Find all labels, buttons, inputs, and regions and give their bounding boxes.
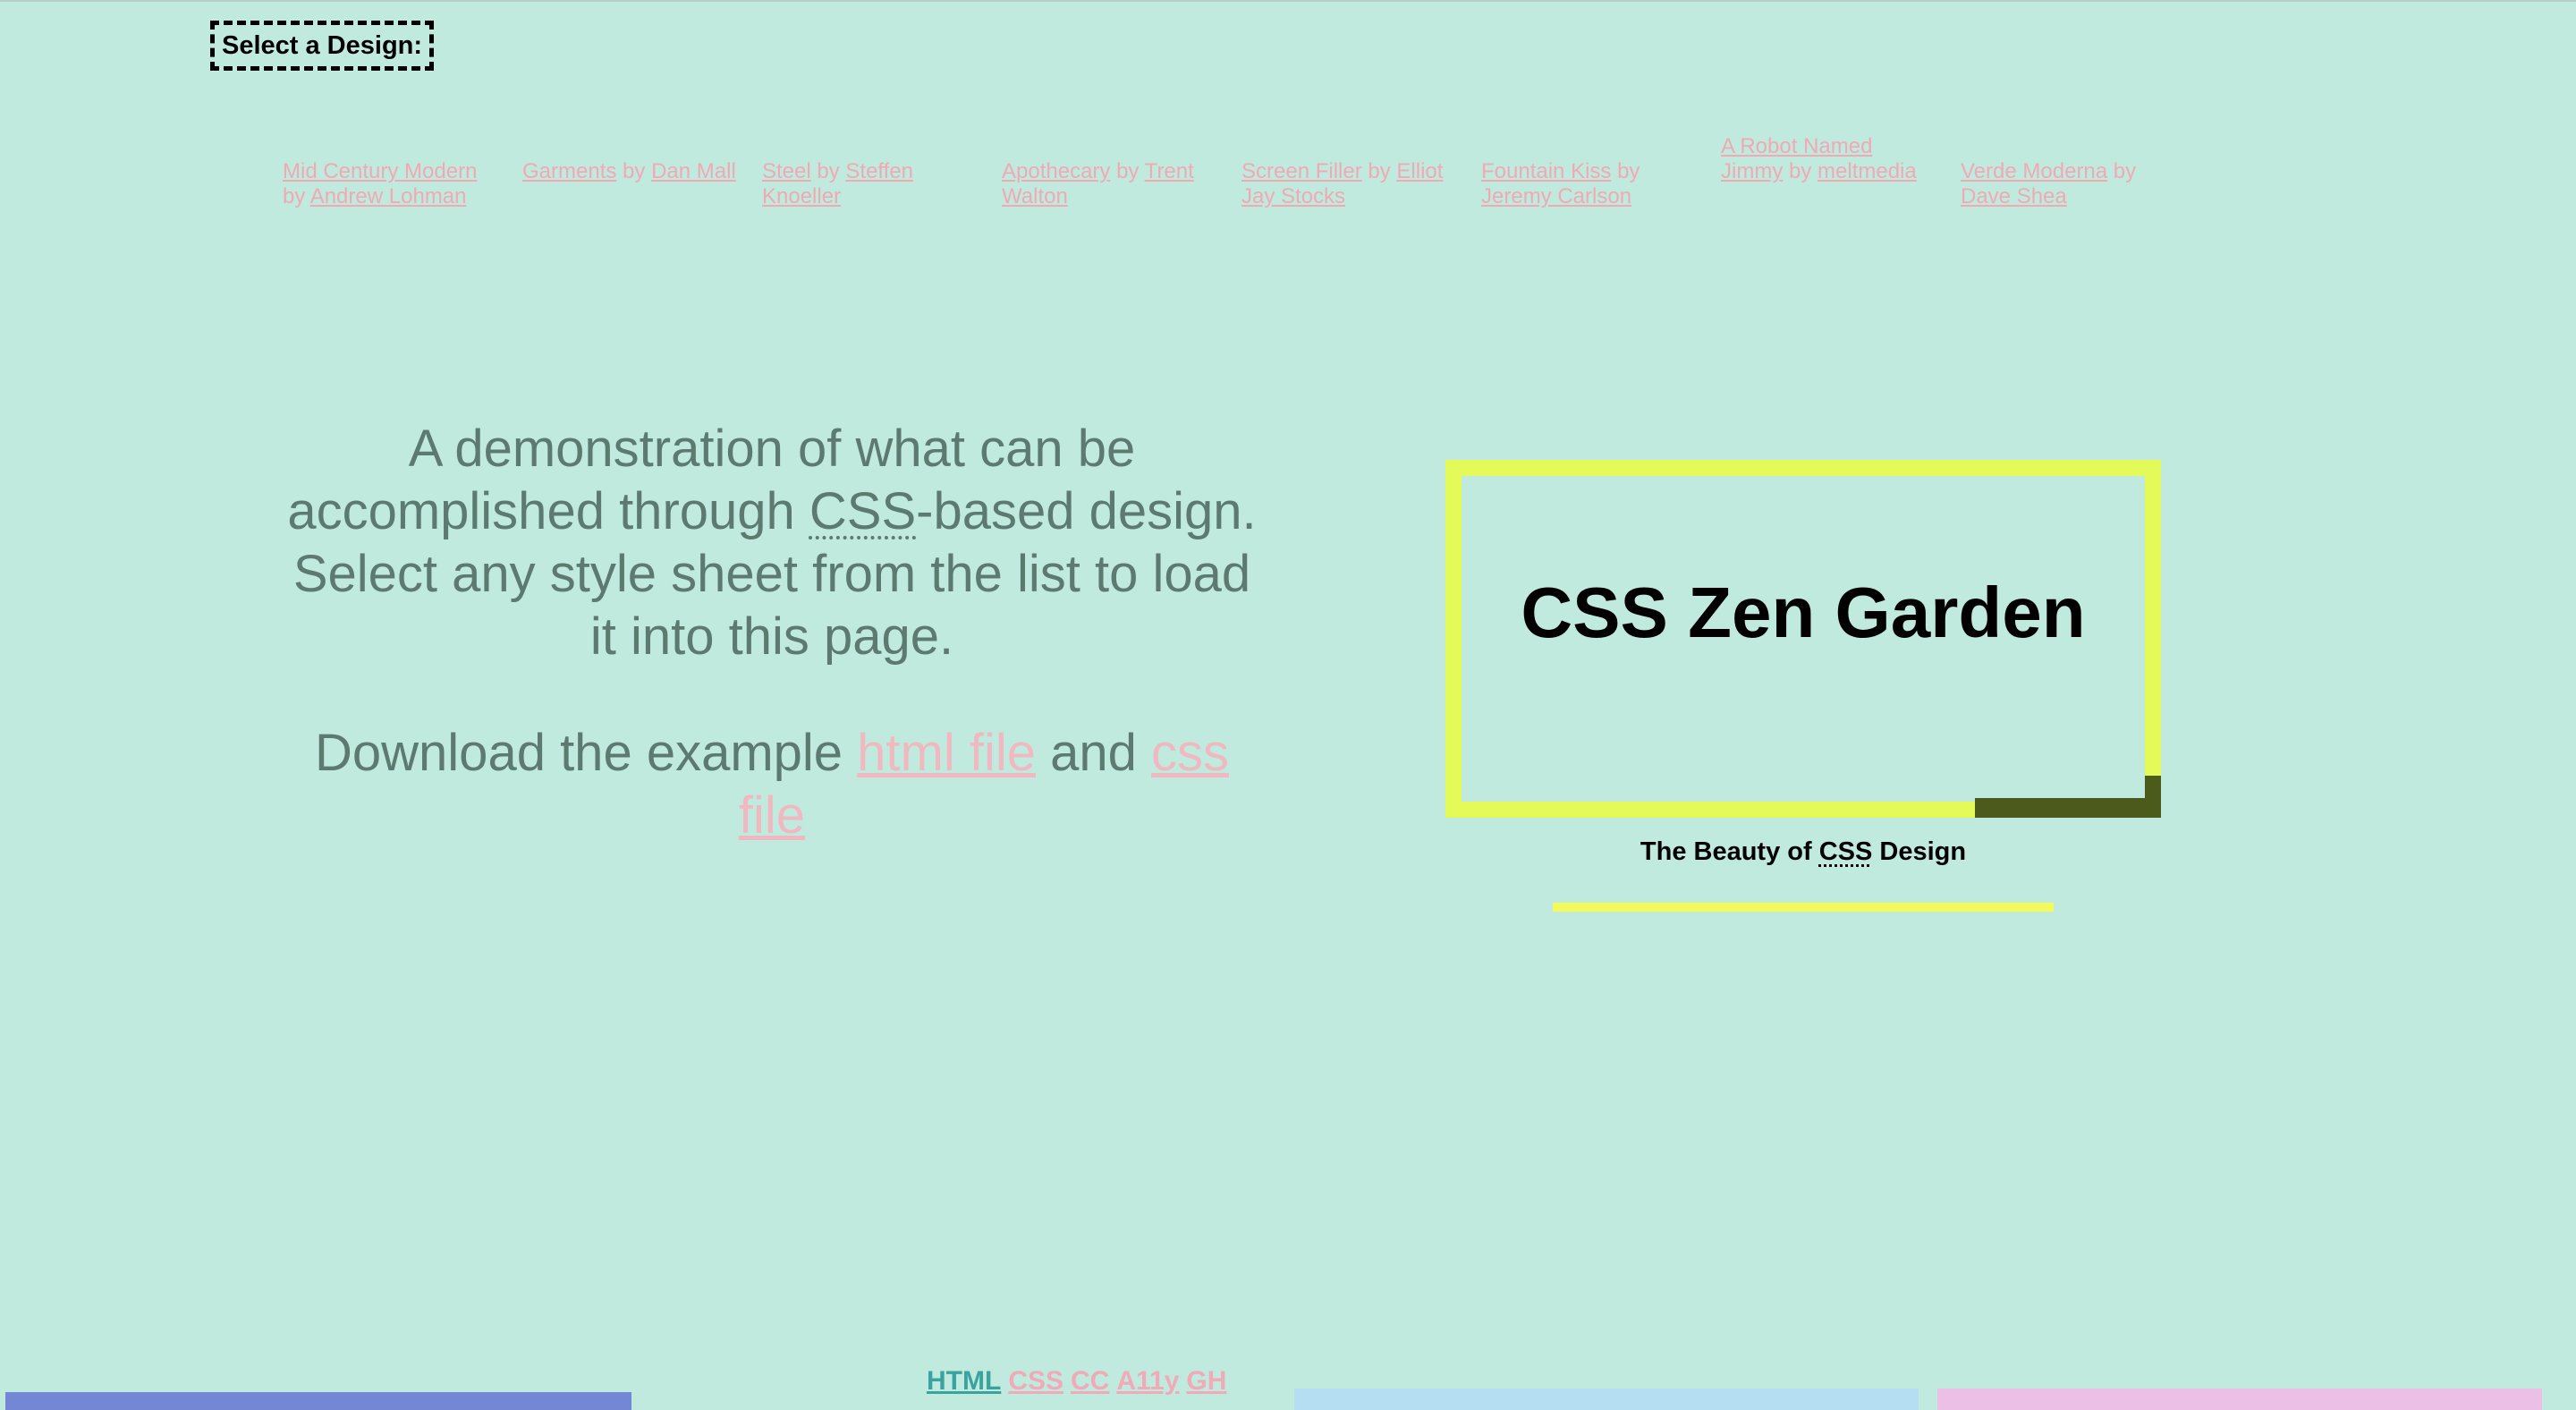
tagline-start: The Beauty of xyxy=(1640,837,1819,866)
design-item-a-robot-named-jimmy: A Robot Named Jimmy by meltmedia xyxy=(1721,134,1936,184)
bottom-bar-pink xyxy=(1937,1389,2542,1410)
design-by: by xyxy=(623,159,646,183)
download-and: and xyxy=(1035,724,1151,782)
design-by: by xyxy=(1617,159,1640,183)
design-item-apothecary: Apothecary by Trent Walton xyxy=(1002,159,1216,209)
design-link[interactable]: Steel xyxy=(762,159,811,183)
design-by: by xyxy=(1368,159,1391,183)
design-link[interactable]: Garments xyxy=(522,159,616,183)
tagline-underline-bar xyxy=(1553,903,2054,912)
design-by: by xyxy=(283,184,306,208)
intro-text: A demonstration of what can be accomplis… xyxy=(284,418,1259,668)
footer-cc-link[interactable]: CC xyxy=(1071,1366,1109,1396)
page: Select a Design: Mid Century Modern by A… xyxy=(0,0,2576,1410)
footer-html-link[interactable]: HTML xyxy=(927,1366,1001,1396)
frame-corner-accent xyxy=(1975,798,2161,818)
design-item-verde-moderna: Verde Moderna by Dave Shea xyxy=(1961,159,2175,209)
site-title: CSS Zen Garden xyxy=(1521,573,2086,652)
designer-link[interactable]: Dave Shea xyxy=(1961,184,2067,208)
tagline-css-abbr: CSS xyxy=(1818,837,1873,866)
design-by: by xyxy=(817,159,840,183)
intro-section: A demonstration of what can be accomplis… xyxy=(284,418,1259,847)
design-item-steel: Steel by Steffen Knoeller xyxy=(762,159,977,209)
design-item-screen-filler: Screen Filler by Elliot Jay Stocks xyxy=(1241,159,1456,209)
select-design-label: Select a Design: xyxy=(210,21,435,71)
designer-link[interactable]: meltmedia xyxy=(1818,159,1917,183)
footer-css-link[interactable]: CSS xyxy=(1008,1366,1063,1396)
designer-link[interactable]: Dan Mall xyxy=(651,159,736,183)
designer-link[interactable]: Andrew Lohman xyxy=(310,184,467,208)
design-item-garments: Garments by Dan Mall xyxy=(522,159,737,184)
html-file-link[interactable]: html file xyxy=(857,724,1036,782)
design-link[interactable]: Fountain Kiss xyxy=(1481,159,1611,183)
design-by: by xyxy=(2113,159,2137,183)
design-link[interactable]: Apothecary xyxy=(1002,159,1110,183)
site-tagline: The Beauty of CSS Design xyxy=(1445,834,2161,870)
design-by: by xyxy=(1116,159,1140,183)
download-text: Download the example html file and css f… xyxy=(284,722,1259,847)
css-abbr: CSS xyxy=(809,482,917,540)
download-text-start: Download the example xyxy=(315,724,858,782)
design-by: by xyxy=(1789,159,1812,183)
bottom-bar-light-blue xyxy=(1294,1389,1919,1410)
footer-a11y-link[interactable]: A11y xyxy=(1116,1366,1179,1396)
frame-corner-accent-vertical xyxy=(2145,776,2161,803)
designer-link[interactable]: Jeremy Carlson xyxy=(1481,184,1631,208)
design-link[interactable]: Verde Moderna xyxy=(1961,159,2107,183)
design-item-fountain-kiss: Fountain Kiss by Jeremy Carlson xyxy=(1481,159,1696,209)
design-link[interactable]: Screen Filler xyxy=(1241,159,1362,183)
footer: HTML CSS CC A11y GH xyxy=(927,1363,1233,1399)
bottom-bar-blue xyxy=(5,1392,631,1410)
footer-gh-link[interactable]: GH xyxy=(1186,1366,1226,1396)
design-item-mid-century-modern: Mid Century Modern by Andrew Lohman xyxy=(283,159,497,209)
tagline-end: Design xyxy=(1872,837,1967,866)
design-link[interactable]: Mid Century Modern xyxy=(283,159,477,183)
